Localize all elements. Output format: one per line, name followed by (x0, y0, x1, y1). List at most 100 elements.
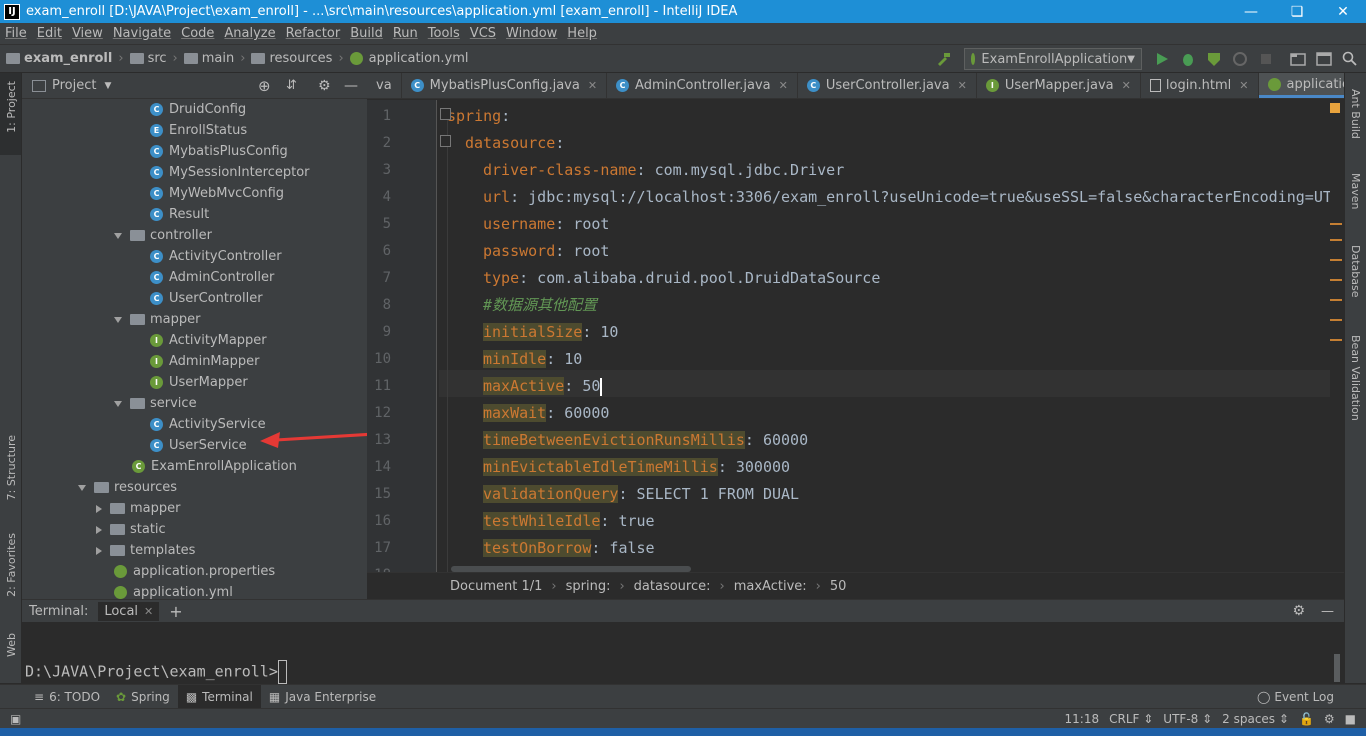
menu-analyze[interactable]: Analyze (219, 26, 280, 41)
menu-window[interactable]: Window (501, 26, 562, 41)
build-hammer-icon[interactable] (935, 51, 951, 67)
tree-folder[interactable]: service (114, 393, 197, 414)
add-terminal-icon[interactable]: + (169, 602, 182, 621)
gear-icon[interactable]: ⚙ (318, 78, 331, 94)
menu-file[interactable]: File (0, 26, 32, 41)
tree-item[interactable]: C AdminController (150, 267, 274, 288)
maven-tool-button[interactable]: Maven (1349, 173, 1362, 209)
tree-item[interactable]: C UserController (150, 288, 263, 309)
structure-tool-button[interactable]: 7: Structure (5, 435, 18, 500)
yaml-path-spring[interactable]: spring: (566, 579, 611, 594)
tree-item[interactable]: I AdminMapper (150, 351, 259, 372)
tree-folder[interactable]: mapper (114, 309, 200, 330)
collapse-arrow-icon[interactable] (96, 546, 102, 555)
tree-item[interactable]: I ActivityMapper (150, 330, 267, 351)
close-tab-icon[interactable]: ✕ (1239, 79, 1248, 92)
menu-edit[interactable]: Edit (32, 26, 67, 41)
tab-usercontroller[interactable]: C UserController.java ✕ (798, 73, 977, 98)
terminal-tool-button[interactable]: ▩ Terminal (177, 684, 261, 709)
todo-tool-button[interactable]: ≡ 6: TODO (26, 685, 108, 709)
tree-item[interactable]: C MybatisPlusConfig (150, 141, 288, 162)
menu-build[interactable]: Build (345, 26, 388, 41)
menu-tools[interactable]: Tools (423, 26, 465, 41)
stop-icon[interactable] (1258, 51, 1274, 67)
profiler-icon[interactable] (1232, 51, 1248, 67)
expand-arrow-icon[interactable] (114, 232, 122, 239)
close-button[interactable]: ✕ (1320, 0, 1366, 23)
tree-folder[interactable]: static (96, 519, 166, 540)
tab-application-yml[interactable]: application.yml✕ (1258, 73, 1344, 98)
bean-validation-tool-button[interactable]: Bean Validation (1349, 335, 1362, 421)
search-everywhere-icon[interactable] (1342, 51, 1358, 67)
breadcrumb-resources[interactable]: resources › (251, 51, 344, 66)
code-content[interactable]: spring: datasource: driver-class-name: com… (439, 100, 1330, 573)
tree-folder[interactable]: resources (78, 477, 177, 498)
hide-icon[interactable]: — (1321, 604, 1334, 619)
fold-icon[interactable] (440, 135, 451, 147)
lock-icon[interactable]: 🔓 (1299, 712, 1314, 726)
favorites-tool-button[interactable]: 2: Favorites (5, 533, 18, 597)
tab-usermapper[interactable]: I UserMapper.java ✕ (977, 73, 1141, 98)
chevron-down-icon[interactable]: ▼ (104, 81, 111, 91)
analysis-warning-icon[interactable] (1330, 103, 1340, 113)
toggle-tool-windows-icon[interactable]: ▣ (10, 712, 21, 726)
locate-icon[interactable]: ⊕ (258, 77, 271, 95)
ant-build-tool-button[interactable]: Ant Build (1349, 89, 1362, 139)
terminal-output[interactable]: D:\JAVA\Project\exam_enroll> (22, 622, 1344, 684)
tree-item[interactable]: C ActivityController (150, 246, 282, 267)
spring-tool-button[interactable]: ✿ Spring (108, 685, 178, 709)
run-configuration-select[interactable]: ExamEnrollApplication ▼ (964, 48, 1142, 70)
tree-item[interactable]: I UserMapper (150, 372, 248, 393)
encoding-select[interactable]: UTF-8 ⇕ (1163, 712, 1212, 726)
debug-icon[interactable] (1180, 51, 1196, 67)
expand-arrow-icon[interactable] (78, 484, 86, 491)
collapse-arrow-icon[interactable] (96, 525, 102, 534)
tree-folder[interactable]: mapper (96, 498, 180, 519)
tab-login-html[interactable]: login.html ✕ (1141, 73, 1259, 98)
tree-item[interactable]: C ActivityService (150, 414, 266, 435)
menu-refactor[interactable]: Refactor (281, 26, 346, 41)
layout-icon[interactable] (1316, 51, 1332, 67)
project-structure-icon[interactable] (1290, 51, 1306, 67)
menu-code[interactable]: Code (176, 26, 219, 41)
minimize-button[interactable]: — (1228, 0, 1274, 23)
expand-arrow-icon[interactable] (114, 316, 122, 323)
tree-item[interactable]: C UserService (150, 435, 247, 456)
collapse-arrow-icon[interactable] (96, 504, 102, 513)
restore-button[interactable]: ❏ (1274, 0, 1320, 23)
close-tab-icon[interactable]: ✕ (958, 79, 967, 92)
java-enterprise-tool-button[interactable]: ▦ Java Enterprise (261, 685, 384, 709)
tree-item[interactable]: application.yml (114, 582, 233, 599)
tab-mybatisplusconfig[interactable]: C MybatisPlusConfig.java ✕ (402, 73, 608, 98)
close-tab-icon[interactable]: ✕ (144, 605, 153, 618)
close-tab-icon[interactable]: ✕ (1122, 79, 1131, 92)
run-icon[interactable] (1154, 51, 1170, 67)
event-log-button[interactable]: ◯ Event Log (1249, 685, 1342, 709)
yaml-path-maxactive[interactable]: maxActive: (734, 579, 807, 594)
breadcrumb-file[interactable]: application.yml (349, 51, 468, 66)
tab-admincontroller[interactable]: C AdminController.java ✕ (607, 73, 798, 98)
tree-item[interactable]: C DruidConfig (150, 99, 246, 120)
indent-select[interactable]: 2 spaces ⇕ (1222, 712, 1289, 726)
database-tool-button[interactable]: Database (1349, 245, 1362, 298)
hide-icon[interactable]: — (344, 78, 358, 94)
terminal-tab-local[interactable]: Local ✕ (98, 601, 160, 621)
tree-item[interactable]: C ExamEnrollApplication (132, 456, 297, 477)
line-separator-select[interactable]: CRLF ⇕ (1109, 712, 1153, 726)
terminal-scrollbar[interactable] (1334, 654, 1340, 682)
tree-item[interactable]: E EnrollStatus (150, 120, 247, 141)
tree-item[interactable]: application.properties (114, 561, 275, 582)
tree-item[interactable]: C Result (150, 204, 209, 225)
web-tool-button[interactable]: Web (5, 633, 18, 657)
caret-position[interactable]: 11:18 (1065, 712, 1100, 726)
gear-icon[interactable]: ⚙ (1292, 603, 1305, 619)
project-tool-button[interactable]: 1: Project (5, 81, 18, 133)
inspector-icon[interactable]: ⚙ (1324, 712, 1335, 726)
menu-vcs[interactable]: VCS (465, 26, 501, 41)
menu-view[interactable]: View (67, 26, 108, 41)
close-tab-icon[interactable]: ✕ (588, 79, 597, 92)
yaml-path-datasource[interactable]: datasource: (634, 579, 711, 594)
breadcrumb-main[interactable]: main › (183, 51, 245, 66)
breadcrumb-src[interactable]: src › (129, 51, 178, 66)
menu-run[interactable]: Run (388, 26, 423, 41)
